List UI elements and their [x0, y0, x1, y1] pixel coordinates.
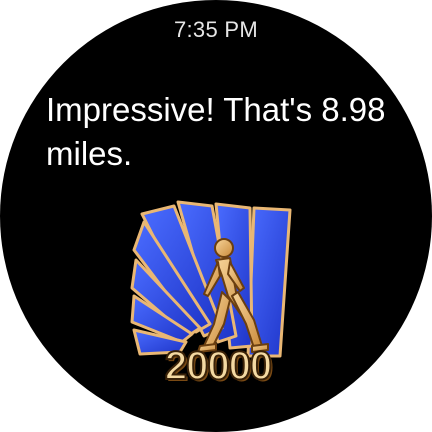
achievement-badge: 20000	[130, 196, 306, 400]
status-time: 7:35 PM	[173, 17, 259, 42]
achievement-message: Impressive! That's 8.98 miles.	[46, 91, 386, 172]
watch-screen: 7:35 PM Impressive! That's 8.98 miles. 2…	[0, 0, 432, 432]
badge-step-count: 20000	[164, 343, 273, 389]
